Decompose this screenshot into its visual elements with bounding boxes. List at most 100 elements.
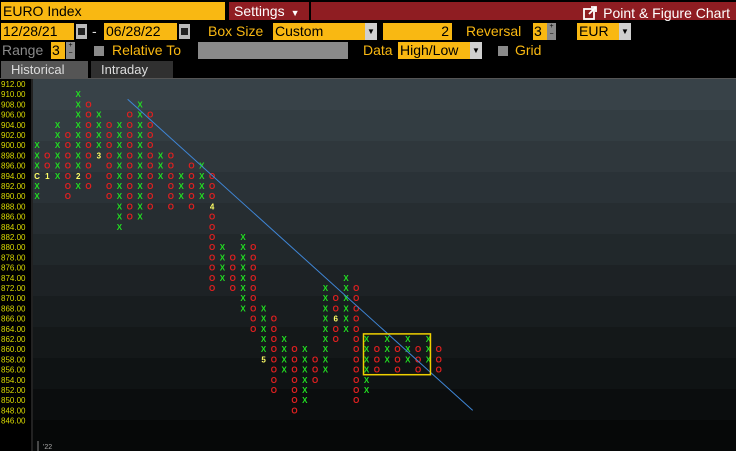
range-label: Range: [2, 42, 44, 58]
o-mark: O: [44, 151, 50, 160]
x-mark: X: [323, 345, 329, 354]
relative-to-input[interactable]: [198, 42, 348, 59]
x-mark: X: [220, 253, 226, 262]
o-mark: O: [85, 100, 91, 109]
o-mark: O: [65, 182, 71, 191]
x-mark: X: [76, 121, 82, 130]
reversal-stepper[interactable]: + −: [547, 23, 556, 40]
o-mark: O: [209, 243, 215, 252]
o-mark: O: [353, 325, 359, 334]
x-mark: X: [405, 355, 411, 364]
range-input[interactable]: 3: [51, 42, 65, 59]
background-band: [33, 265, 736, 296]
chevron-down-icon[interactable]: ▼: [470, 42, 482, 59]
calendar-icon[interactable]: [179, 24, 190, 39]
reversal-label: Reversal: [466, 23, 522, 39]
x-mark: X: [323, 325, 329, 334]
relative-to-checkbox[interactable]: [94, 46, 104, 56]
y-tick-label: 856.00: [1, 366, 26, 375]
o-mark: O: [168, 182, 174, 191]
o-mark: O: [291, 406, 297, 415]
x-mark: X: [137, 162, 143, 171]
x-mark: X: [323, 284, 329, 293]
x-mark: X: [385, 345, 391, 354]
y-tick-label: 906.00: [1, 111, 26, 120]
month-marker: 5: [261, 355, 266, 364]
x-mark: X: [158, 151, 164, 160]
data-select[interactable]: High/Low: [398, 42, 470, 59]
x-mark: X: [261, 315, 267, 324]
o-mark: O: [230, 274, 236, 283]
o-mark: O: [106, 192, 112, 201]
x-mark: X: [117, 202, 123, 211]
x-mark: X: [240, 233, 246, 242]
chart-title-link[interactable]: Point & Figure Chart: [583, 4, 730, 22]
o-mark: O: [312, 355, 318, 364]
date-separator: -: [92, 23, 97, 39]
y-tick-label: 870.00: [1, 294, 26, 303]
x-mark: X: [117, 172, 123, 181]
y-tick-label: 900.00: [1, 141, 26, 150]
tab-intraday[interactable]: Intraday: [91, 61, 173, 78]
reversal-input[interactable]: 3: [533, 23, 547, 40]
o-mark: O: [147, 131, 153, 140]
settings-menu-button[interactable]: Settings ▼: [229, 2, 309, 20]
tab-historical[interactable]: Historical: [1, 61, 88, 78]
background-band: [33, 234, 736, 265]
background-band: [33, 296, 736, 327]
y-tick-label: 868.00: [1, 304, 26, 313]
x-mark: X: [137, 172, 143, 181]
x-mark: X: [364, 345, 370, 354]
x-mark: X: [364, 335, 370, 344]
range-stepper[interactable]: + −: [66, 42, 75, 59]
o-mark: O: [106, 121, 112, 130]
x-mark: X: [76, 90, 82, 99]
o-mark: O: [188, 182, 194, 191]
end-date-input[interactable]: 06/28/22: [104, 23, 177, 40]
o-mark: O: [106, 182, 112, 191]
x-mark: X: [137, 111, 143, 120]
chevron-down-icon: ▼: [290, 8, 300, 18]
calendar-icon[interactable]: [76, 24, 87, 39]
grid-checkbox[interactable]: [498, 46, 508, 56]
o-mark: O: [333, 304, 339, 313]
settings-label: Settings: [234, 3, 285, 19]
x-mark: X: [96, 111, 102, 120]
o-mark: O: [291, 376, 297, 385]
o-mark: O: [250, 264, 256, 273]
currency-select[interactable]: EUR: [577, 23, 619, 40]
x-mark: X: [158, 172, 164, 181]
x-mark: X: [55, 131, 61, 140]
o-mark: O: [168, 162, 174, 171]
x-mark: X: [34, 162, 40, 171]
x-mark: X: [76, 141, 82, 150]
box-size-select[interactable]: Custom: [273, 23, 365, 40]
o-mark: O: [353, 355, 359, 364]
start-date-input[interactable]: 12/28/21: [1, 23, 74, 40]
box-size-amount-input[interactable]: 2: [383, 23, 452, 40]
chevron-down-icon[interactable]: ▼: [619, 23, 631, 40]
o-mark: O: [85, 111, 91, 120]
security-field[interactable]: EURO Index: [1, 2, 225, 20]
y-tick-label: 896.00: [1, 162, 26, 171]
o-mark: O: [168, 172, 174, 181]
x-mark: X: [34, 182, 40, 191]
o-mark: O: [65, 151, 71, 160]
top-bar: EURO Index Settings ▼ Point & Figure Char…: [0, 0, 736, 21]
x-mark: X: [240, 284, 246, 293]
o-mark: O: [209, 233, 215, 242]
x-mark: X: [76, 182, 82, 191]
o-mark: O: [271, 366, 277, 375]
o-mark: O: [44, 162, 50, 171]
x-mark: X: [34, 192, 40, 201]
x-mark: X: [240, 264, 246, 273]
o-mark: O: [127, 151, 133, 160]
chevron-down-icon[interactable]: ▼: [365, 23, 377, 40]
month-marker: 6: [333, 315, 338, 324]
o-mark: O: [127, 202, 133, 211]
x-mark: X: [117, 223, 123, 232]
o-mark: O: [271, 386, 277, 395]
o-mark: O: [106, 151, 112, 160]
o-mark: O: [312, 376, 318, 385]
o-mark: O: [106, 141, 112, 150]
